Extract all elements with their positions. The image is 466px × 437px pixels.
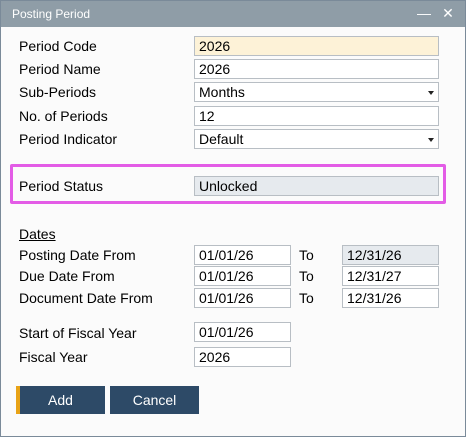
dates-section-label: Dates: [19, 226, 56, 242]
period-status-field[interactable]: Unlocked: [194, 176, 439, 196]
chevron-down-icon[interactable]: [428, 91, 434, 95]
cancel-button-label: Cancel: [132, 392, 177, 408]
due-date-to-field[interactable]: 12/31/27: [342, 266, 439, 286]
no-of-periods-label: No. of Periods: [19, 108, 108, 124]
due-date-from-label: Due Date From: [19, 268, 115, 284]
posting-period-window: Posting Period — ✕ Period Code 2026 Peri…: [0, 0, 466, 437]
minimize-icon[interactable]: —: [415, 4, 433, 22]
document-date-from-field[interactable]: 01/01/26: [194, 288, 291, 308]
period-code-label: Period Code: [19, 38, 97, 54]
due-date-from-field[interactable]: 01/01/26: [194, 266, 291, 286]
add-button[interactable]: Add: [16, 386, 105, 414]
period-status-label: Period Status: [19, 178, 104, 194]
sub-periods-dropdown[interactable]: Months: [194, 82, 439, 102]
add-button-label: Add: [48, 392, 73, 408]
period-indicator-label: Period Indicator: [19, 131, 118, 147]
period-code-field[interactable]: 2026: [194, 36, 439, 56]
period-name-label: Period Name: [19, 61, 101, 77]
period-indicator-dropdown[interactable]: Default: [194, 129, 439, 149]
due-date-to-label: To: [299, 268, 314, 284]
no-of-periods-field[interactable]: 12: [194, 106, 439, 126]
posting-date-to-field[interactable]: 12/31/26: [342, 245, 439, 265]
document-date-to-field[interactable]: 12/31/26: [342, 288, 439, 308]
posting-date-to-label: To: [299, 247, 314, 263]
posting-date-from-label: Posting Date From: [19, 247, 136, 263]
document-date-to-label: To: [299, 290, 314, 306]
posting-date-from-field[interactable]: 01/01/26: [194, 245, 291, 265]
sub-periods-value: Months: [199, 84, 245, 100]
start-of-fiscal-year-field[interactable]: 01/01/26: [194, 322, 291, 342]
fiscal-year-label: Fiscal Year: [19, 349, 88, 365]
add-button-accent: [16, 386, 20, 414]
fiscal-year-field[interactable]: 2026: [194, 347, 291, 367]
period-name-field[interactable]: 2026: [194, 59, 439, 79]
cancel-button[interactable]: Cancel: [110, 386, 199, 414]
window-title: Posting Period: [12, 7, 91, 21]
period-indicator-value: Default: [199, 131, 244, 147]
chevron-down-icon[interactable]: [428, 138, 434, 142]
title-bar[interactable]: Posting Period — ✕: [1, 1, 465, 27]
document-date-from-label: Document Date From: [19, 290, 153, 306]
start-of-fiscal-year-label: Start of Fiscal Year: [19, 325, 137, 341]
close-icon[interactable]: ✕: [439, 4, 457, 22]
sub-periods-label: Sub-Periods: [19, 84, 97, 100]
